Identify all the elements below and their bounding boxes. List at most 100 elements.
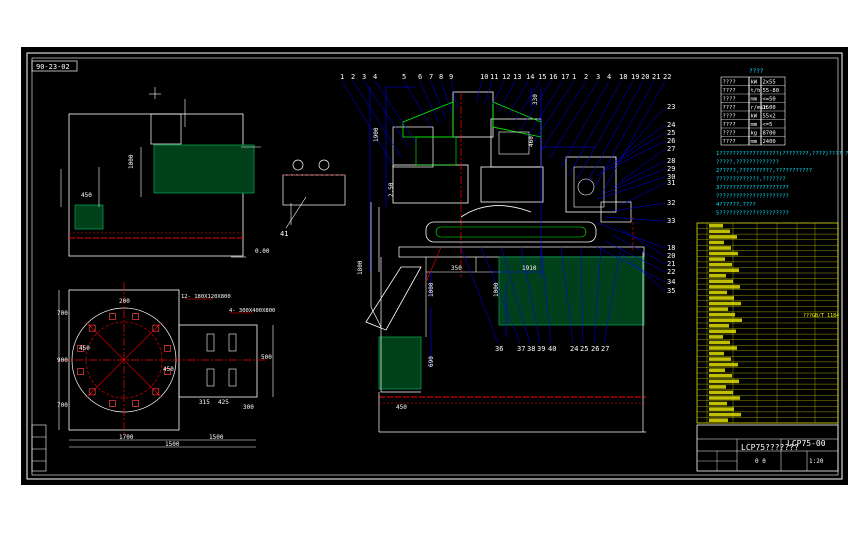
callout-top-14: 15 [538, 73, 546, 81]
leader-right-4 [620, 148, 666, 182]
callout-top-20: 4 [607, 73, 611, 81]
dim-plan-450-a: 450 [79, 345, 90, 352]
bolt-hole-8 [109, 313, 116, 320]
motor-base-detail [282, 159, 346, 229]
tech-note-2: 2?????,??????????,??????????? [716, 168, 812, 174]
bolt-hole-3 [109, 400, 116, 407]
bom-row-fill-25 [709, 362, 738, 367]
bolt-hole-5 [77, 368, 84, 375]
spec-cell-2-1: mm [751, 97, 758, 103]
bom-row-fill-33 [709, 407, 734, 411]
spec-cell-7-0: ???? [723, 139, 736, 145]
callout-right-6: 29 [667, 165, 675, 173]
dim-main-1800: 1800 [357, 260, 364, 275]
drawing-scale: 1:20 [809, 458, 824, 465]
bom-row-fill-10 [709, 279, 733, 284]
leader-top-22 [576, 80, 634, 180]
bolt-hole-2 [132, 400, 139, 407]
technical-notes: 1??????????????????(????????,????)???? ?… [716, 151, 848, 217]
bom-row-fill-29 [709, 385, 726, 389]
bom-row-fill-21 [709, 340, 730, 345]
dim-main-1910: 1910 [522, 265, 537, 272]
leader-top-12 [498, 80, 516, 112]
leader-right-5 [612, 160, 666, 188]
callout-right-12: 20 [667, 252, 675, 260]
leader-top-18 [540, 80, 587, 152]
bom-row-fill-9 [709, 274, 726, 278]
callout-bottom-8: 27 [601, 345, 609, 353]
sheet-number: 0 0 [755, 458, 766, 465]
dim-plan-315: 315 [199, 399, 210, 406]
callout-right-10: 33 [667, 217, 675, 225]
bom-row-fill-22 [709, 346, 737, 350]
inner-frame [31, 57, 839, 476]
leader-right-9 [612, 202, 666, 212]
callout-bottom-7: 26 [591, 345, 599, 353]
callout-top-1: 2 [351, 73, 355, 81]
callout-top-7: 8 [439, 73, 443, 81]
callout-top-8: 9 [449, 73, 453, 81]
leader-right-1 [612, 124, 666, 164]
bom-row-fill-5 [709, 251, 738, 256]
bom-row-fill-2 [709, 235, 737, 239]
callout-top-0: 1 [340, 73, 344, 81]
bom-row-fill-34 [709, 412, 741, 417]
callout-top-18: 2 [584, 73, 588, 81]
dim-main-250: 2.50 [388, 182, 395, 197]
spec-cell-5-2: <=5 [763, 122, 773, 128]
callout-bottom-6: 25 [580, 345, 588, 353]
callout-top-17: 1 [572, 73, 576, 81]
dim-main-690: 690 [428, 356, 435, 367]
callout-top-21: 18 [619, 73, 627, 81]
spec-cell-1-0: ???? [723, 88, 736, 94]
tech-note-3: ?????????????,??????? [716, 177, 786, 183]
bom-row-fill-14 [709, 301, 741, 306]
leader-right-2 [604, 132, 666, 170]
callout-top-22: 19 [631, 73, 639, 81]
dim-top-left-elev: 0.00 [255, 248, 270, 255]
bom-row-fill-18 [709, 324, 729, 328]
dim-plan-holes-b: 4- 300X400X800 [229, 308, 275, 314]
bom-row-fill-32 [709, 401, 727, 406]
dim-plan-200: 200 [119, 298, 130, 305]
leader-top-3 [374, 80, 417, 144]
dim-main-1000-a: 1000 [493, 282, 500, 297]
bom-row-fill-26 [709, 368, 725, 372]
dim-plan-300: 300 [243, 404, 254, 411]
bom-note: ???GB/T 1184 [803, 313, 839, 319]
dim-main-350: 350 [451, 265, 462, 272]
bom-row-fill-20 [709, 335, 723, 339]
dim-plan-500: 500 [261, 354, 272, 361]
top-left-section-view [60, 87, 261, 258]
callout-bottom-5: 24 [570, 345, 578, 353]
dim-top-left-450: 450 [81, 192, 92, 199]
dim-plan-450-b: 450 [163, 366, 174, 373]
bom-row-fill-30 [709, 390, 733, 395]
drawing-number: LCP75-00 [787, 439, 826, 448]
leader-top-1 [352, 80, 402, 158]
callout-top-9: 10 [480, 73, 488, 81]
dim-main-1900: 1900 [373, 127, 380, 142]
callout-bottom-3: 39 [537, 345, 545, 353]
bom-row-fill-3 [709, 240, 724, 245]
callout-right-0: 23 [667, 103, 675, 111]
spec-cell-3-0: ???? [723, 105, 736, 111]
callout-top-16: 17 [561, 73, 569, 81]
leader-top-17 [532, 80, 575, 144]
bom-row-fill-24 [709, 357, 731, 361]
callout-right-1: 24 [667, 121, 675, 129]
callouts-bottom: 36 37 38 39 40 24 25 26 27 [495, 345, 609, 353]
callouts-top: 1 2 3 4 5 6 7 8 9 10 11 12 13 14 15 16 17 1 2 3 4 18 19 20 21 22 [340, 73, 671, 81]
spec-cell-4-1: kW [751, 114, 758, 120]
bom-row-fill-27 [709, 374, 732, 378]
callout-right-14: 22 [667, 268, 675, 276]
bom-row-fill-11 [709, 285, 740, 289]
callout-top-25: 22 [663, 73, 671, 81]
spec-cell-5-0: ???? [723, 122, 736, 128]
callout-right-9: 32 [667, 199, 675, 207]
spec-cell-4-2: 55x2 [763, 114, 776, 120]
tech-note-4: 3????????????????????? [716, 185, 789, 191]
tech-note-7: 5????????????????????? [716, 211, 789, 217]
dim-plan-1700: 1700 [119, 434, 134, 441]
callout-right-11: 18 [667, 244, 675, 252]
